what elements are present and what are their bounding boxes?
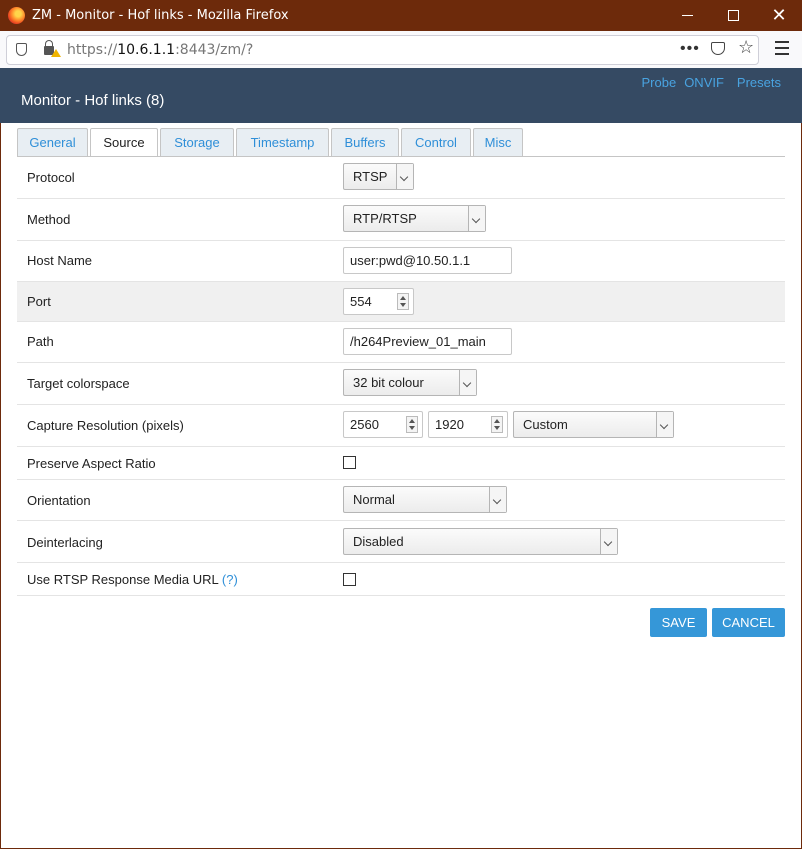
preserve-aspect-label: Preserve Aspect Ratio xyxy=(27,456,156,471)
tab-buffers[interactable]: Buffers xyxy=(331,128,399,156)
protocol-select[interactable]: RTSP xyxy=(343,163,414,190)
chevron-down-icon xyxy=(656,412,673,437)
minimize-icon xyxy=(681,15,693,17)
page-title: Monitor - Hof links (8) xyxy=(21,92,165,109)
tab-storage[interactable]: Storage xyxy=(160,128,234,156)
capture-width-input[interactable]: 2560 xyxy=(343,411,423,438)
save-button[interactable]: SAVE xyxy=(650,608,707,637)
maximize-button[interactable] xyxy=(710,0,756,31)
port-label: Port xyxy=(27,294,51,309)
chevron-down-icon xyxy=(489,487,506,512)
path-row: Path /h264Preview_01_main xyxy=(17,322,785,363)
chevron-down-icon xyxy=(468,206,485,231)
tracking-shield-icon[interactable] xyxy=(16,43,27,56)
deinterlacing-select[interactable]: Disabled xyxy=(343,528,618,555)
page-header: Monitor - Hof links (8) Probe ONVIF Preset… xyxy=(0,68,802,123)
orientation-select[interactable]: Normal xyxy=(343,486,507,513)
cancel-button[interactable]: CANCEL xyxy=(712,608,785,637)
url-bar[interactable]: https://10.6.1.1:8443/zm/? ••• ☆ xyxy=(6,35,759,65)
deinterlacing-row: Deinterlacing Disabled xyxy=(17,521,785,563)
protocol-row: Protocol RTSP xyxy=(17,157,785,199)
spinner-arrows-icon[interactable] xyxy=(397,293,409,310)
bookmark-star-icon[interactable]: ☆ xyxy=(738,37,754,58)
tab-general[interactable]: General xyxy=(17,128,88,156)
spinner-arrows-icon[interactable] xyxy=(406,416,418,433)
close-window-button[interactable]: ✕ xyxy=(756,0,802,31)
orientation-label: Orientation xyxy=(27,493,91,508)
firefox-logo-icon xyxy=(8,7,25,24)
method-row: Method RTP/RTSP xyxy=(17,199,785,241)
window-titlebar: ZM - Monitor - Hof links - Mozilla Firef… xyxy=(0,0,802,31)
preserve-aspect-checkbox[interactable] xyxy=(343,456,356,469)
hamburger-menu-icon[interactable] xyxy=(775,41,789,59)
warning-icon xyxy=(51,49,61,57)
method-label: Method xyxy=(27,212,71,227)
port-input[interactable]: 554 xyxy=(343,288,414,315)
header-links: Probe ONVIF Presets xyxy=(633,75,781,90)
capture-resolution-row: Capture Resolution (pixels) 2560 1920 Cu… xyxy=(17,405,785,447)
orientation-row: Orientation Normal xyxy=(17,480,785,521)
capture-resolution-label: Capture Resolution (pixels) xyxy=(27,418,184,433)
chevron-down-icon xyxy=(600,529,617,554)
rtsp-media-url-label: Use RTSP Response Media URL (?) xyxy=(27,572,238,587)
rtsp-media-url-row: Use RTSP Response Media URL (?) xyxy=(17,563,785,596)
tab-control[interactable]: Control xyxy=(401,128,471,156)
method-select[interactable]: RTP/RTSP xyxy=(343,205,486,232)
browser-toolbar: https://10.6.1.1:8443/zm/? ••• ☆ xyxy=(0,31,802,69)
spinner-arrows-icon[interactable] xyxy=(491,416,503,433)
pocket-icon[interactable] xyxy=(711,42,725,55)
tab-timestamp[interactable]: Timestamp xyxy=(236,128,329,156)
path-input[interactable]: /h264Preview_01_main xyxy=(343,328,512,355)
preserve-aspect-row: Preserve Aspect Ratio xyxy=(17,447,785,480)
capture-height-input[interactable]: 1920 xyxy=(428,411,508,438)
tab-source[interactable]: Source xyxy=(90,128,158,157)
tab-misc[interactable]: Misc xyxy=(473,128,523,156)
page-actions-icon[interactable]: ••• xyxy=(680,40,700,58)
host-name-input[interactable]: user:pwd@10.50.1.1 xyxy=(343,247,512,274)
chevron-down-icon xyxy=(459,370,476,395)
url-text[interactable]: https://10.6.1.1:8443/zm/? xyxy=(67,42,253,58)
window-title: ZM - Monitor - Hof links - Mozilla Firef… xyxy=(32,8,289,23)
onvif-link[interactable]: ONVIF xyxy=(684,75,724,90)
minimize-button[interactable] xyxy=(664,0,710,31)
maximize-icon xyxy=(727,10,739,22)
host-name-row: Host Name user:pwd@10.50.1.1 xyxy=(17,241,785,282)
path-label: Path xyxy=(27,334,54,349)
presets-link[interactable]: Presets xyxy=(737,75,781,90)
probe-link[interactable]: Probe xyxy=(641,75,676,90)
help-link[interactable]: (?) xyxy=(222,572,238,587)
host-name-label: Host Name xyxy=(27,253,93,268)
colorspace-row: Target colorspace 32 bit colour xyxy=(17,363,785,405)
rtsp-media-url-checkbox[interactable] xyxy=(343,573,356,586)
colorspace-label: Target colorspace xyxy=(27,376,130,391)
colorspace-select[interactable]: 32 bit colour xyxy=(343,369,477,396)
resolution-preset-select[interactable]: Custom xyxy=(513,411,674,438)
protocol-label: Protocol xyxy=(27,170,75,185)
port-row: Port 554 xyxy=(17,282,785,322)
chevron-down-icon xyxy=(396,164,413,189)
deinterlacing-label: Deinterlacing xyxy=(27,535,103,550)
